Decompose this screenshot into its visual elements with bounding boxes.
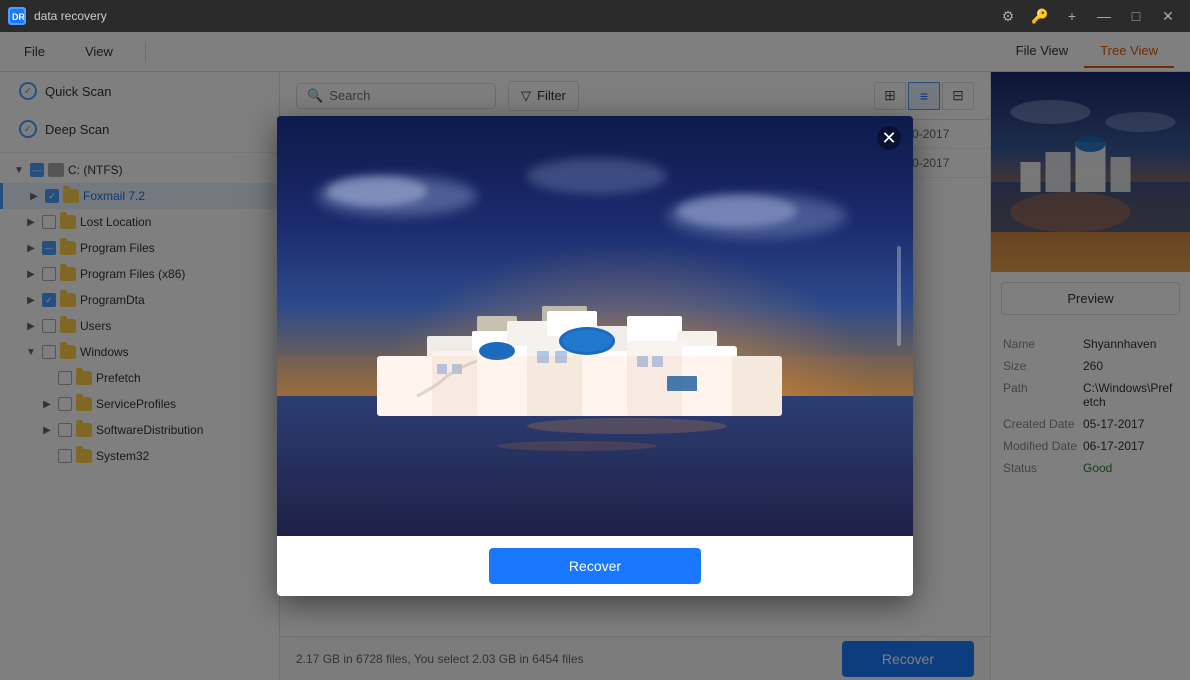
app-title: data recovery: [34, 9, 107, 23]
modal-close-button[interactable]: ✕: [877, 126, 901, 150]
image-preview-modal: ✕: [277, 116, 913, 596]
titlebar-left: DR data recovery: [8, 7, 107, 25]
key-icon[interactable]: 🔑: [1026, 4, 1054, 28]
svg-text:DR: DR: [12, 12, 24, 22]
modal-footer: Recover: [277, 536, 913, 596]
app-logo: DR: [8, 7, 26, 25]
modal-overlay[interactable]: ✕: [0, 32, 1190, 680]
modal-image: [277, 116, 913, 536]
maximize-button[interactable]: □: [1122, 4, 1150, 28]
close-button[interactable]: ✕: [1154, 4, 1182, 28]
plus-icon[interactable]: +: [1058, 4, 1086, 28]
titlebar-actions: ⚙ 🔑 + — □ ✕: [994, 4, 1182, 28]
recover-modal-button[interactable]: Recover: [489, 548, 701, 584]
minimize-button[interactable]: —: [1090, 4, 1118, 28]
titlebar: DR data recovery ⚙ 🔑 + — □ ✕: [0, 0, 1190, 32]
tool-icon[interactable]: ⚙: [994, 4, 1022, 28]
